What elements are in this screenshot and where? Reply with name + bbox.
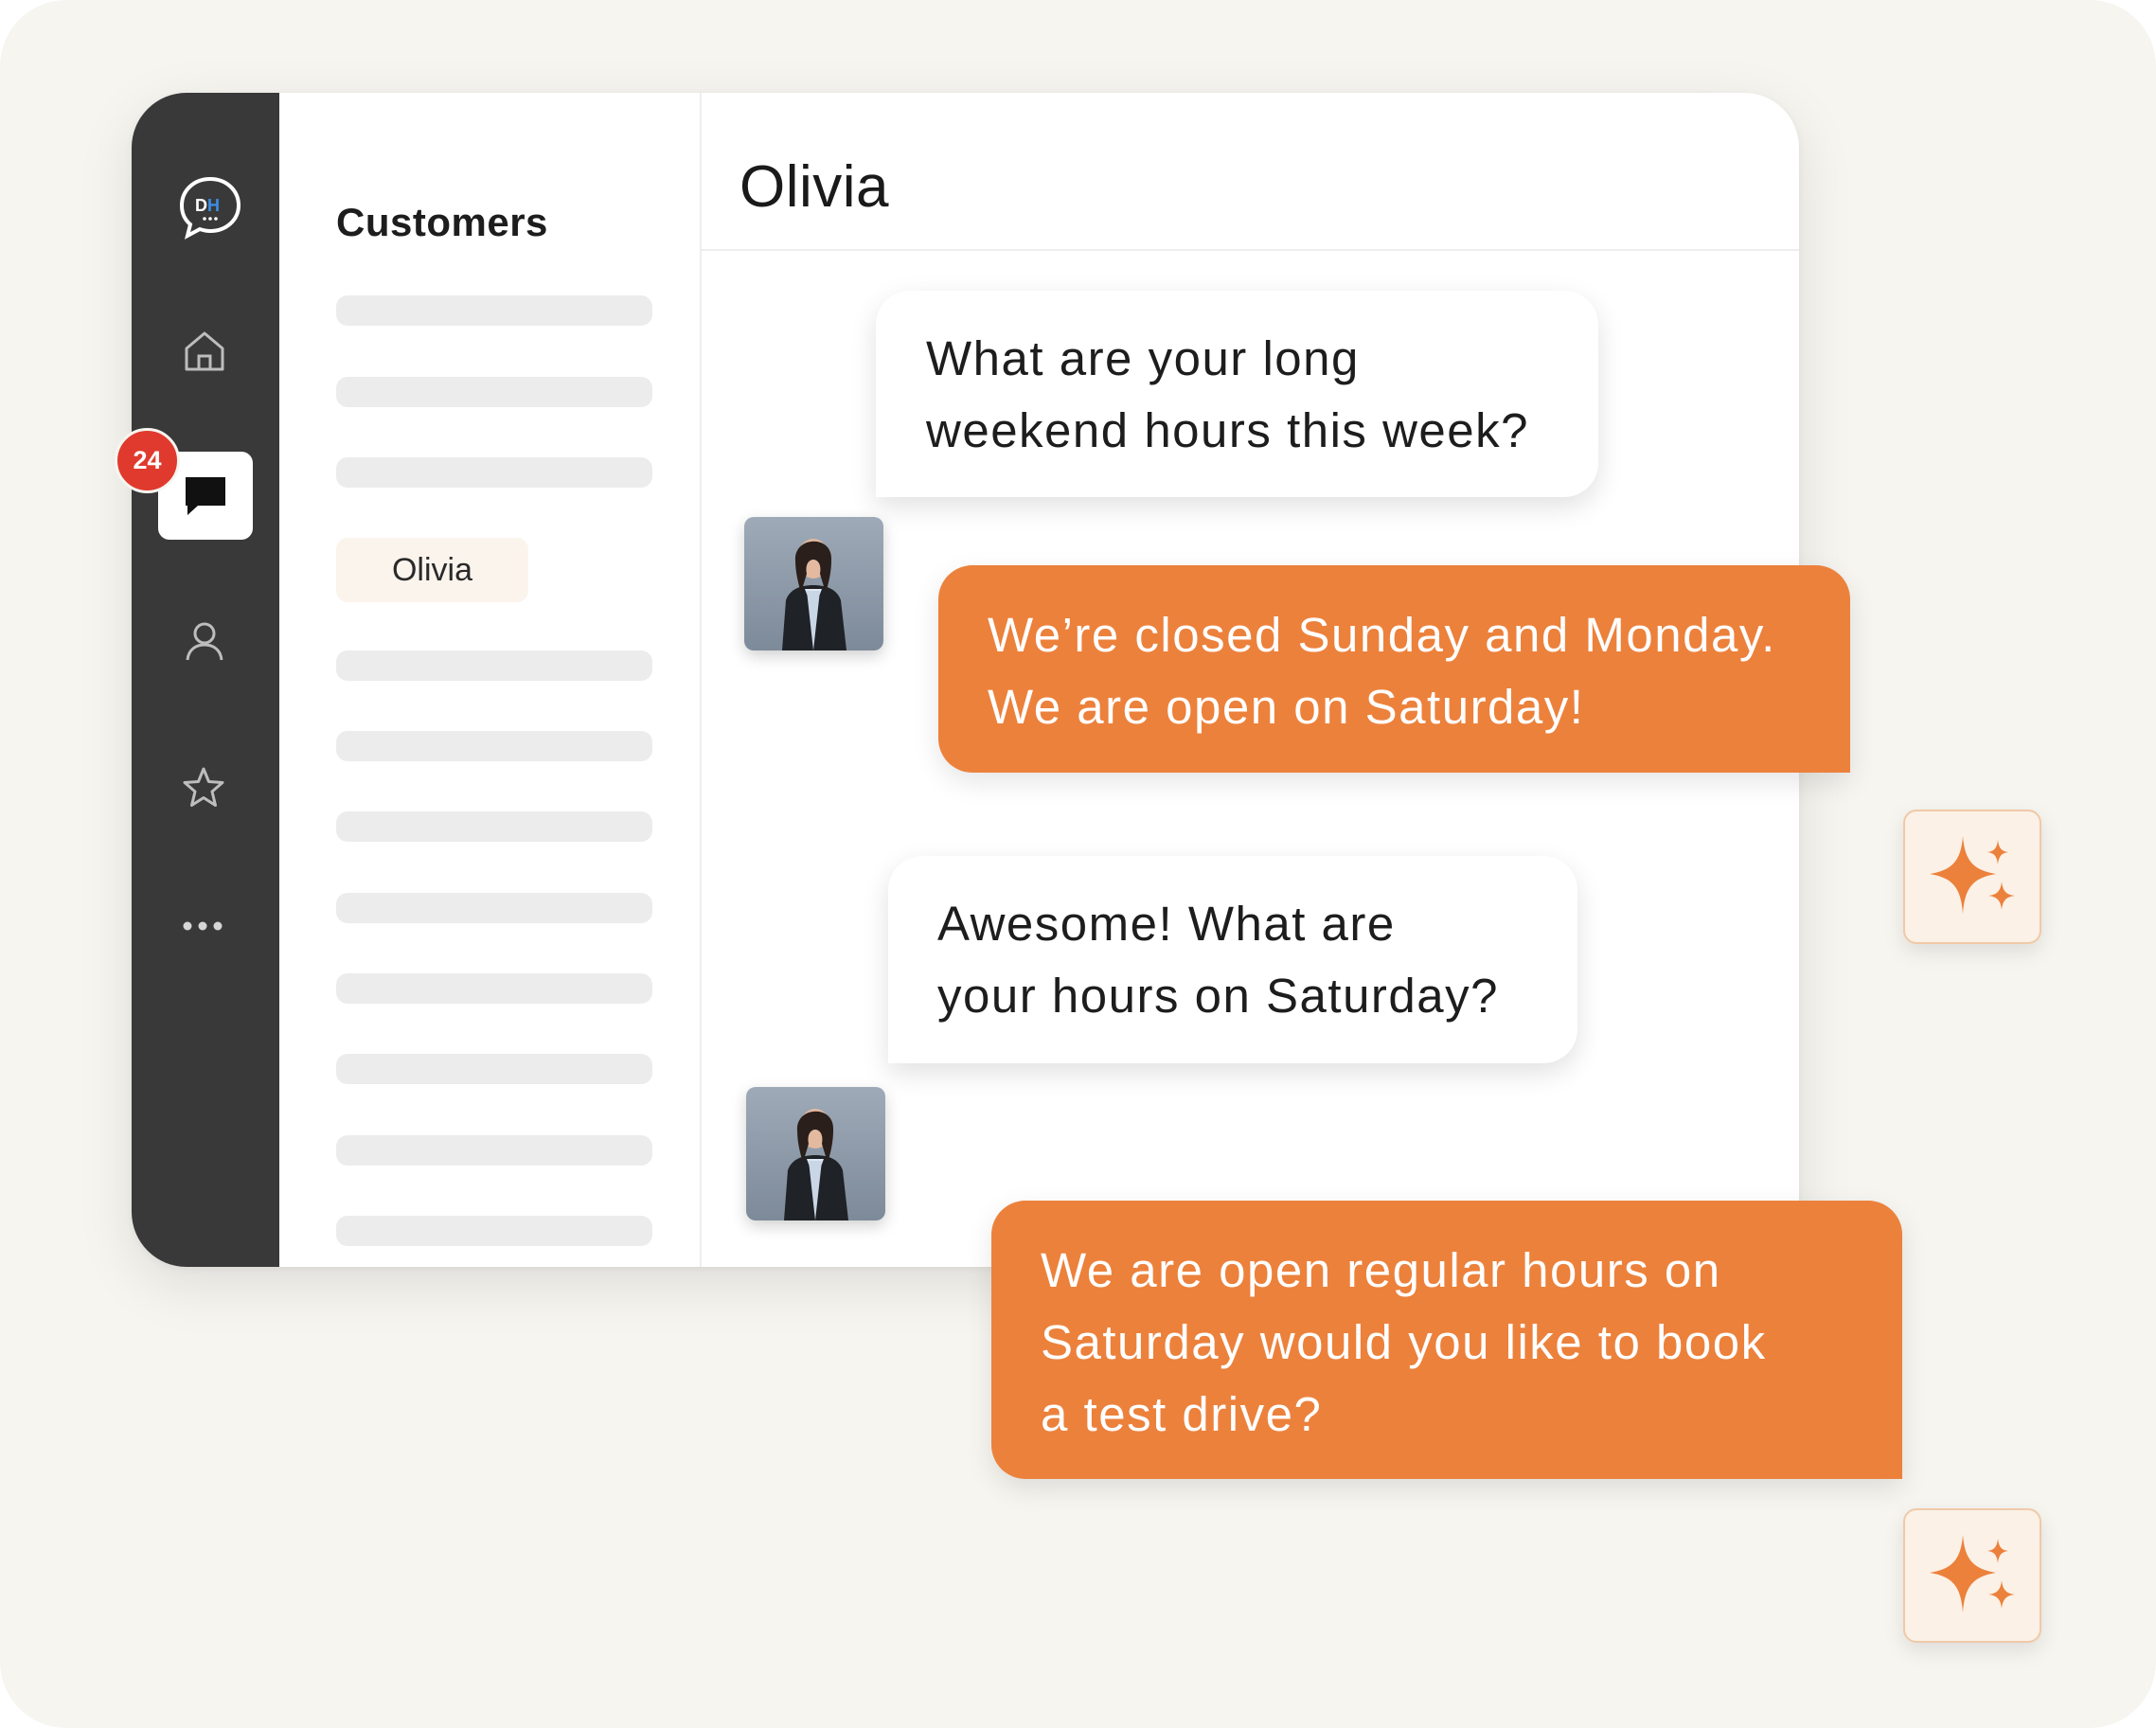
list-item-placeholder[interactable] <box>336 893 652 923</box>
star-icon[interactable] <box>181 765 226 811</box>
list-item-placeholder[interactable] <box>336 457 652 488</box>
list-item-placeholder[interactable] <box>336 295 652 326</box>
chat-icon <box>186 476 225 515</box>
home-icon[interactable] <box>181 328 228 375</box>
customer-message: Awesome! What are your hours on Saturday… <box>888 856 1577 1063</box>
more-icon[interactable] <box>179 917 226 935</box>
list-item-placeholder[interactable] <box>336 973 652 1004</box>
list-item-placeholder[interactable] <box>336 731 652 761</box>
svg-text:D: D <box>195 196 207 215</box>
list-item-placeholder[interactable] <box>336 650 652 681</box>
list-item-placeholder[interactable] <box>336 1054 652 1084</box>
svg-text:H: H <box>207 196 220 215</box>
nav-rail: D H <box>132 93 279 1267</box>
chat-header: Olivia <box>700 93 1799 251</box>
customer-list-panel: Customers Olivia <box>279 93 702 1267</box>
chat-title: Olivia <box>739 154 890 220</box>
customer-message: What are your long weekend hours this we… <box>876 291 1598 497</box>
unread-count-badge: 24 <box>115 428 180 493</box>
agent-message: We’re closed Sunday and Monday. We are o… <box>938 565 1850 773</box>
list-item-placeholder[interactable] <box>336 1216 652 1246</box>
customers-heading: Customers <box>336 200 548 244</box>
list-item-placeholder[interactable] <box>336 811 652 842</box>
customer-avatar <box>744 517 883 650</box>
list-item-placeholder[interactable] <box>336 377 652 407</box>
sparkle-icon[interactable] <box>1903 1508 2041 1643</box>
list-item-placeholder[interactable] <box>336 1135 652 1166</box>
user-icon[interactable] <box>183 619 226 663</box>
agent-message: We are open regular hours on Saturday wo… <box>991 1201 1902 1479</box>
customer-avatar <box>746 1087 885 1220</box>
list-item-olivia[interactable]: Olivia <box>336 538 528 602</box>
sparkle-icon[interactable] <box>1903 810 2041 944</box>
dh-chat-logo-icon[interactable]: D H <box>178 175 242 240</box>
